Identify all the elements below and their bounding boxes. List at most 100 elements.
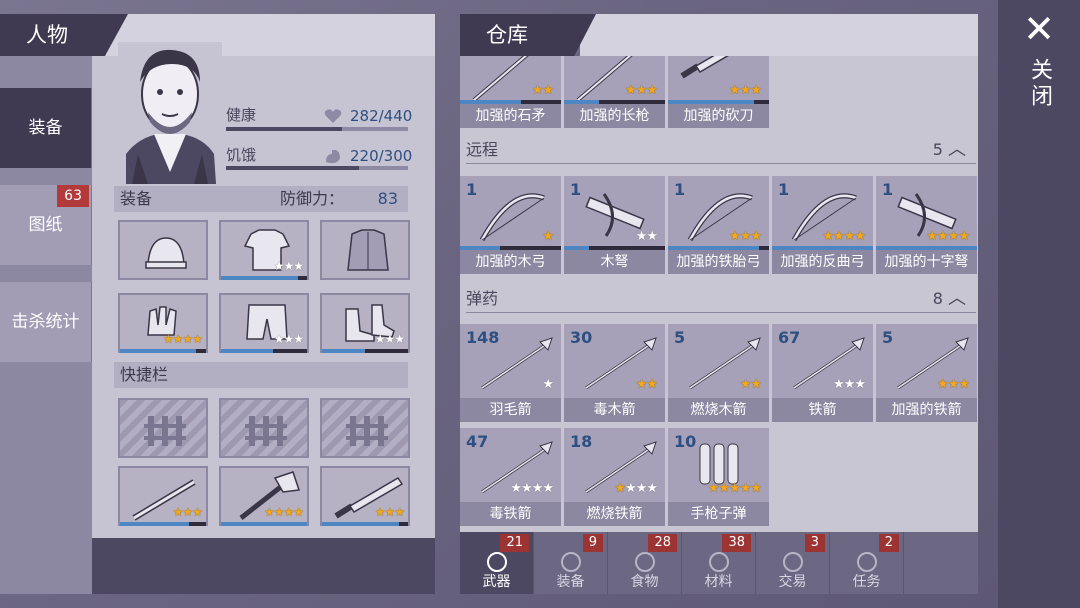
- quickbar-empty-slot[interactable]: [320, 398, 410, 458]
- durability-bar: [322, 349, 408, 353]
- item-count: 5: [674, 328, 686, 347]
- category-tab-5[interactable]: 2 任务: [830, 532, 904, 594]
- hunger-value: 220/300: [350, 147, 413, 165]
- item-count: 1: [570, 180, 582, 199]
- item-count: 30: [570, 328, 593, 347]
- inventory-item[interactable]: 5 ★★★ 加强的铁箭: [876, 324, 977, 422]
- equipment-slot[interactable]: [118, 220, 208, 280]
- durability-bar-fill: [221, 522, 307, 526]
- inventory-item[interactable]: ★★★ 加强的长枪: [564, 56, 665, 128]
- durability-bar: [221, 522, 307, 526]
- equipment-slot[interactable]: ★★★★: [118, 293, 208, 353]
- item-count: 47: [466, 432, 489, 451]
- inventory-item[interactable]: 1 ★★★★ 加强的十字弩: [876, 176, 977, 274]
- rating-stars: ★★★: [172, 505, 203, 519]
- warehouse-grid[interactable]: ★★ 加强的石矛 ★★★ 加强的长枪 ★★★ 加强的砍刀 远程 5 ︿ 1 ★ 加强的木弓 1 ★…: [460, 56, 978, 532]
- inventory-item[interactable]: 47 ★★★★ 毒铁箭: [460, 428, 561, 526]
- rating-stars: ★★★: [374, 332, 405, 346]
- ammo-category-count: 8 ︿: [932, 288, 966, 309]
- side-tab-1[interactable]: 图纸 63: [0, 185, 92, 265]
- side-tab-badge: 63: [57, 185, 89, 207]
- warehouse-title-bar: [580, 14, 978, 56]
- item-name: 加强的石矛: [460, 104, 561, 128]
- inventory-item[interactable]: 30 ★★ 毒木箭: [564, 324, 665, 422]
- equipment-slot[interactable]: ★★★: [219, 293, 309, 353]
- ranged-category-header[interactable]: 远程 5 ︿: [466, 136, 976, 164]
- item-name: 毒铁箭: [460, 502, 561, 526]
- fence-icon: [144, 416, 186, 446]
- inventory-item[interactable]: ★★ 加强的石矛: [460, 56, 561, 128]
- category-tab-label: 交易: [778, 574, 807, 590]
- chevron-up-icon[interactable]: ︿: [948, 288, 966, 309]
- quickbar-empty-slot[interactable]: [118, 398, 208, 458]
- stomach-icon: [326, 150, 340, 164]
- item-count: 1: [778, 180, 790, 199]
- inventory-item[interactable]: 67 ★★★ 铁箭: [772, 324, 873, 422]
- category-tab-label: 材料: [704, 574, 733, 590]
- item-name: 木弩: [564, 250, 665, 274]
- category-tab-label: 食物: [630, 574, 659, 590]
- inventory-item[interactable]: 5 ★★ 燃烧木箭: [668, 324, 769, 422]
- ammo-category-header[interactable]: 弹药 8 ︿: [466, 285, 976, 313]
- category-tab-0[interactable]: 21 武器: [460, 532, 534, 594]
- category-tab-2[interactable]: 28 食物: [608, 532, 682, 594]
- inventory-item[interactable]: 1 ★★★★ 加强的反曲弓: [772, 176, 873, 274]
- durability-bar: [120, 522, 206, 526]
- category-tab-badge: 2: [878, 534, 899, 552]
- item-count: 18: [570, 432, 593, 451]
- category-tab-1[interactable]: 9 装备: [534, 532, 608, 594]
- rating-stars: ★: [542, 377, 554, 392]
- close-icon[interactable]: ✕: [1018, 8, 1060, 50]
- durability-bar: [221, 349, 307, 353]
- rating-stars: ★★: [739, 377, 762, 392]
- fence-icon: [245, 416, 287, 446]
- rating-stars: ★★★: [729, 229, 762, 244]
- warehouse-panel-title: 仓库: [460, 14, 596, 56]
- category-tab-label: 武器: [482, 574, 511, 590]
- quickbar-empty-slot[interactable]: [219, 398, 309, 458]
- category-tab-3[interactable]: 38 材料: [682, 532, 756, 594]
- rating-stars: ★★★: [625, 83, 658, 98]
- side-tab-0[interactable]: 装备: [0, 88, 92, 168]
- item-name: 加强的铁胎弓: [668, 250, 769, 274]
- equipment-slot[interactable]: ★★★: [219, 220, 309, 280]
- quickbar-slot[interactable]: ★★★: [118, 466, 208, 526]
- category-tab-badge: 9: [582, 534, 603, 552]
- quickbar-slot[interactable]: ★★★★: [219, 466, 309, 526]
- inventory-item[interactable]: 18 ★★★★ 燃烧铁箭: [564, 428, 665, 526]
- inventory-item[interactable]: 1 ★★★ 加强的铁胎弓: [668, 176, 769, 274]
- category-tab-label: 装备: [556, 574, 585, 590]
- item-count: 67: [778, 328, 801, 347]
- item-name: 燃烧木箭: [668, 398, 769, 422]
- fence-icon: [346, 416, 388, 446]
- durability-bar: [221, 276, 307, 280]
- item-name: 加强的木弓: [460, 250, 561, 274]
- inventory-item[interactable]: 148 ★ 羽毛箭: [460, 324, 561, 422]
- ammo-category-label: 弹药: [466, 289, 499, 308]
- inventory-item[interactable]: 1 ★★ 木弩: [564, 176, 665, 274]
- side-tab-2[interactable]: 击杀统计: [0, 282, 92, 362]
- rating-stars: ★★★: [937, 377, 970, 392]
- machete-icon: [334, 476, 404, 519]
- durability-bar-fill: [322, 522, 400, 526]
- inventory-item[interactable]: 10 ★★★★★ 手枪子弹: [668, 428, 769, 526]
- close-button[interactable]: 关闭: [1025, 58, 1055, 110]
- item-name: 羽毛箭: [460, 398, 561, 422]
- rating-stars: ★★★★: [614, 481, 658, 496]
- health-value: 282/440: [350, 107, 413, 125]
- durability-bar: [322, 522, 408, 526]
- equipment-slot[interactable]: [320, 220, 410, 280]
- rating-stars: ★★★★: [822, 229, 866, 244]
- durability-bar-fill: [221, 276, 299, 280]
- rating-stars: ★★★: [833, 377, 866, 392]
- rating-stars: ★★★: [273, 259, 304, 273]
- chevron-up-icon[interactable]: ︿: [948, 139, 966, 160]
- equipment-slot[interactable]: ★★★: [320, 293, 410, 353]
- equipment-section-label: 装备: [120, 189, 153, 208]
- inventory-item[interactable]: ★★★ 加强的砍刀: [668, 56, 769, 128]
- shorts-icon: [246, 304, 288, 340]
- category-tab-4[interactable]: 3 交易: [756, 532, 830, 594]
- item-name: 加强的长枪: [564, 104, 665, 128]
- inventory-item[interactable]: 1 ★ 加强的木弓: [460, 176, 561, 274]
- quickbar-slot[interactable]: ★★★: [320, 466, 410, 526]
